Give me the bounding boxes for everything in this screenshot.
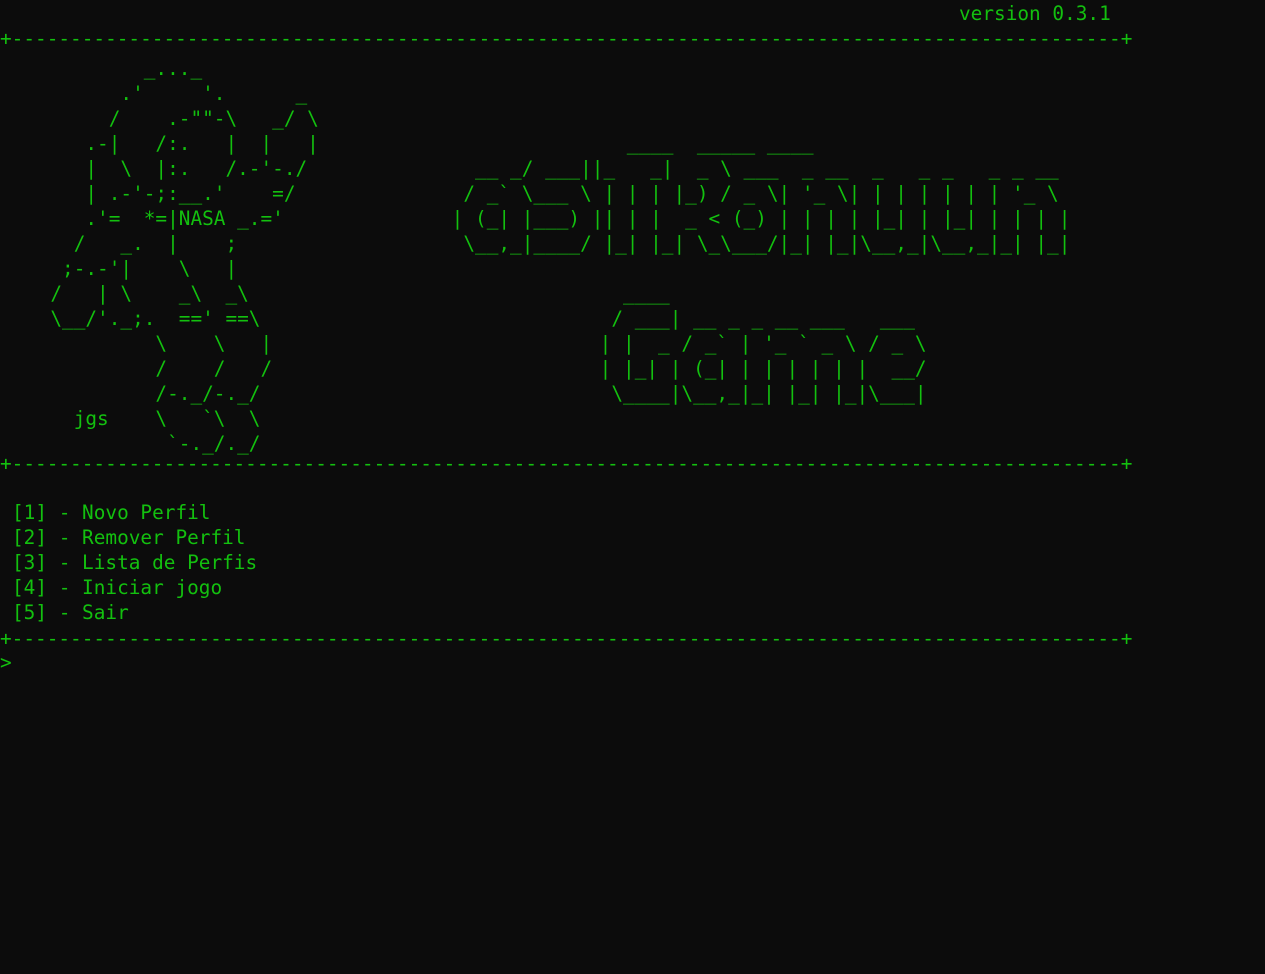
prompt-symbol: > <box>0 651 12 674</box>
command-input[interactable] <box>11 651 1114 674</box>
version-label: version 0.3.1 <box>959 2 1111 25</box>
command-prompt-line: > <box>0 650 1114 675</box>
top-divider: +---------------------------------------… <box>0 27 1133 50</box>
header-bottom-divider: +---------------------------------------… <box>0 452 1133 475</box>
game-title-ascii-art: ____ / ___| __ _ _ __ ___ ___ | | _ / _`… <box>599 282 927 405</box>
menu-item-novo-perfil[interactable]: [1] - Novo Perfil <box>12 500 257 525</box>
menu-item-lista-de-perfis[interactable]: [3] - Lista de Perfis <box>12 550 257 575</box>
menu-bottom-divider: +---------------------------------------… <box>0 627 1133 650</box>
main-menu: [1] - Novo Perfil [2] - Remover Perfil [… <box>12 500 257 625</box>
menu-item-remover-perfil[interactable]: [2] - Remover Perfil <box>12 525 257 550</box>
menu-item-iniciar-jogo[interactable]: [4] - Iniciar jogo <box>12 575 257 600</box>
astronaut-ascii-art: _..._ .' '. _ / .-""-\ _/ \ .-| /:. | | … <box>50 57 319 455</box>
astronuun-title-ascii-art: ____ _____ ____ __ _/ ___||_ _| _ \ ___ … <box>451 132 1071 255</box>
menu-item-sair[interactable]: [5] - Sair <box>12 600 257 625</box>
